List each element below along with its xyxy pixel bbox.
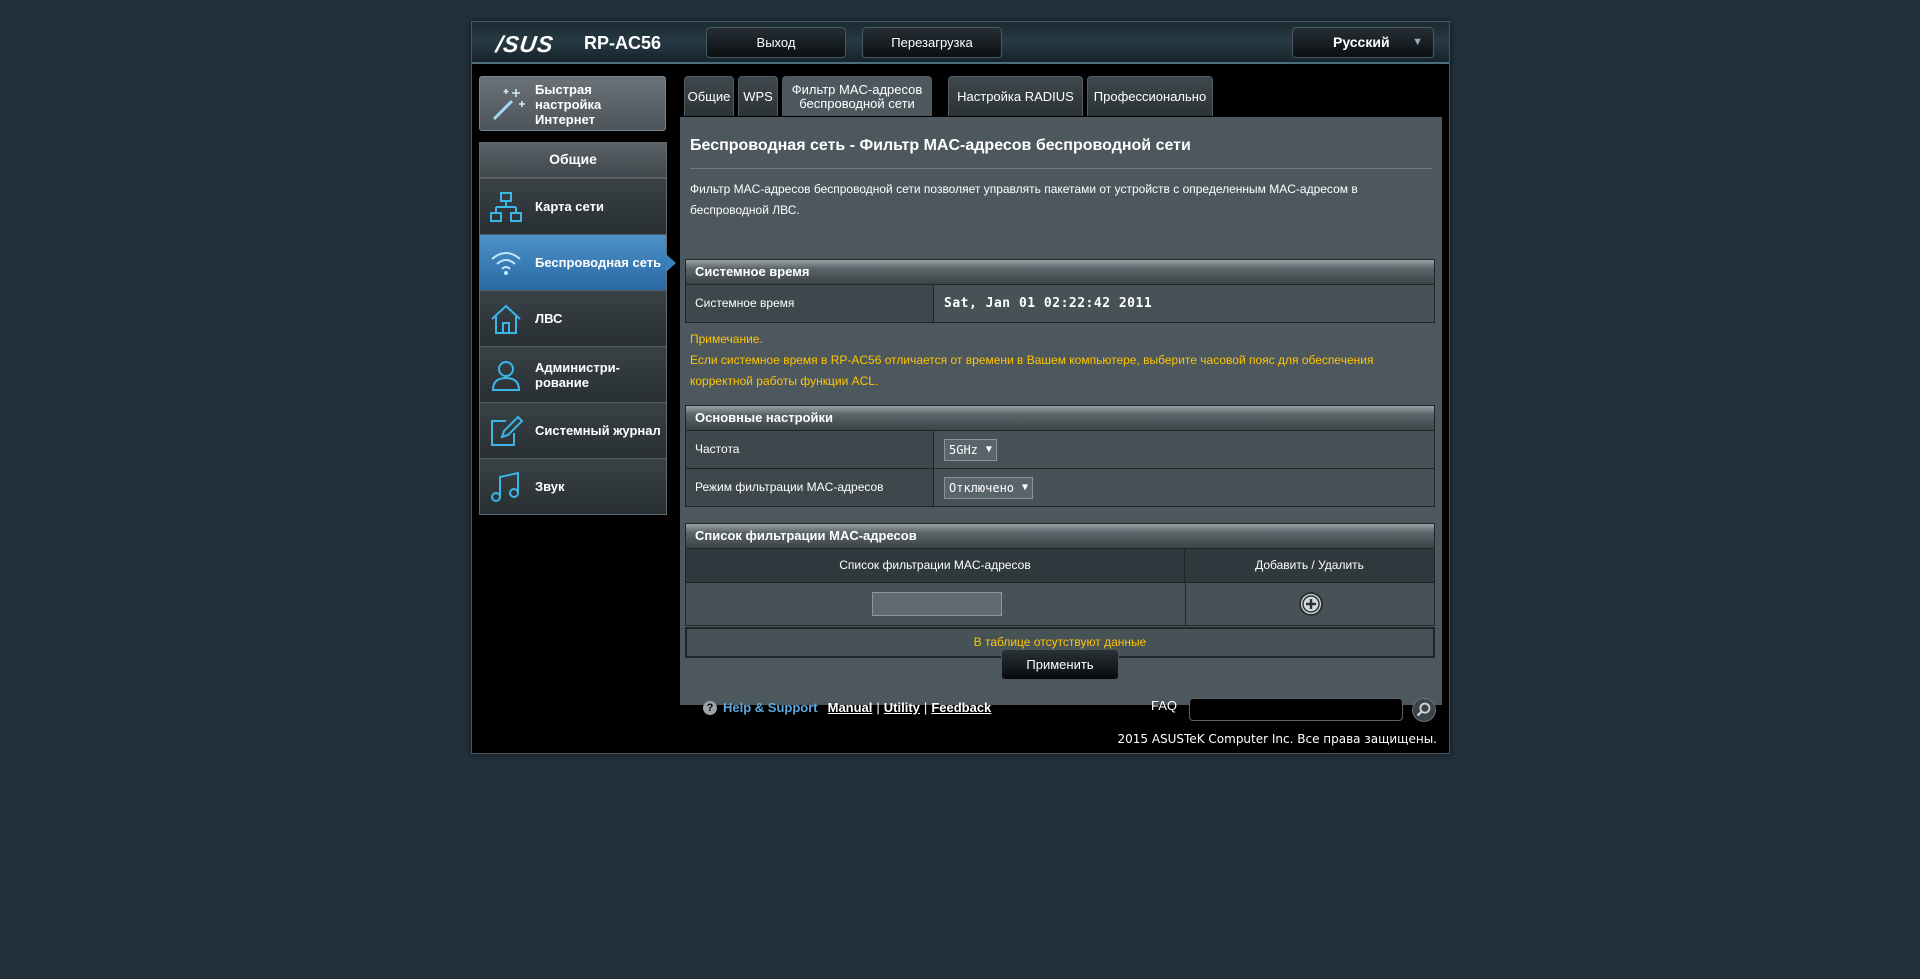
- mac-list-section-header: Список фильтрации MAC-адресов: [685, 523, 1435, 549]
- sidebar-item-label: Беспроводная сеть: [535, 255, 662, 270]
- language-value: Русский: [1333, 34, 1390, 50]
- sidebar-item-sound[interactable]: Звук: [480, 458, 666, 514]
- tab-professional[interactable]: Профессионально: [1087, 76, 1213, 116]
- mac-input-row: [685, 583, 1435, 626]
- sidebar-section-title: Общие: [480, 143, 666, 178]
- add-icon[interactable]: [1298, 591, 1324, 617]
- faq-search-input[interactable]: [1189, 698, 1403, 721]
- utility-link[interactable]: Utility: [884, 700, 920, 715]
- system-time-label: Системное время: [686, 285, 934, 322]
- sidebar-item-network-map[interactable]: Карта сети: [480, 178, 666, 234]
- system-time-value: Sat, Jan 01 02:22:42 2011: [944, 296, 1153, 311]
- page-description: Фильтр MAC-адресов беспроводной сети поз…: [690, 182, 1358, 217]
- language-select[interactable]: Русский ▼: [1292, 27, 1434, 58]
- quick-internet-setup-button[interactable]: Быстрая настройка Интернет: [479, 76, 666, 131]
- copyright-text: 2015 ASUSTeK Computer Inc. Все права защ…: [1117, 732, 1437, 746]
- help-support-bar: ? Help & Support Manual | Utility | Feed…: [703, 700, 991, 715]
- separator: |: [876, 700, 880, 715]
- reboot-button[interactable]: Перезагрузка: [862, 27, 1002, 58]
- apply-button[interactable]: Применить: [1001, 649, 1119, 680]
- sidebar-menu: Общие Карта сети Беспроводная сеть ЛВС А…: [479, 142, 676, 515]
- home-icon: [491, 304, 521, 334]
- band-select[interactable]: 5GHz ▼: [944, 438, 997, 461]
- filter-mode-row: Режим фильтрации MAC-адресов Отключено ▼: [685, 469, 1435, 507]
- sidebar-item-lan[interactable]: ЛВС: [480, 290, 666, 346]
- faq-label: FAQ: [1151, 698, 1178, 713]
- add-delete-column-header: Добавить / Удалить: [1255, 558, 1364, 572]
- network-map-icon: [490, 192, 522, 222]
- chevron-down-icon: ▼: [1412, 36, 1423, 48]
- log-icon: [491, 415, 524, 446]
- column-divider: [1185, 583, 1186, 625]
- sidebar-item-label: Администри-рование: [535, 359, 620, 390]
- sidebar-item-system-log[interactable]: Системный журнал: [480, 402, 666, 458]
- wifi-icon: [491, 252, 521, 275]
- band-label: Частота: [686, 431, 934, 468]
- system-time-section-header: Системное время: [685, 259, 1435, 285]
- title-divider: [690, 168, 1432, 169]
- sidebar-item-label: ЛВС: [535, 311, 563, 326]
- router-frame: /SUS RP-AC56 Выход Перезагрузка Русский …: [471, 21, 1450, 754]
- sidebar-item-administration[interactable]: Администри-рование: [480, 346, 666, 402]
- sidebar-item-label: Звук: [535, 479, 565, 494]
- music-icon: [491, 471, 519, 502]
- quick-setup-label: Быстрая настройка Интернет: [535, 82, 602, 127]
- mac-list-header-row: Список фильтрации MAC-адресов Добавить /…: [685, 549, 1435, 583]
- filter-mode-value: Отключено: [949, 480, 1015, 495]
- help-icon: ?: [703, 700, 717, 715]
- chevron-down-icon: ▼: [1022, 481, 1029, 493]
- band-row: Частота 5GHz ▼: [685, 431, 1435, 469]
- mac-address-input[interactable]: [872, 592, 1002, 616]
- search-icon: [1416, 702, 1431, 717]
- manual-link[interactable]: Manual: [828, 700, 873, 715]
- separator: |: [923, 700, 928, 715]
- content-panel: Беспроводная сеть - Фильтр MAC-адресов б…: [680, 117, 1442, 705]
- faq-search-button[interactable]: [1412, 698, 1436, 722]
- sidebar-item-label: Системный журнал: [535, 423, 661, 438]
- tab-radius[interactable]: Настройка RADIUS: [948, 76, 1083, 116]
- asus-logo: /SUS: [494, 31, 556, 57]
- magic-wand-icon: [492, 89, 525, 121]
- sidebar-item-wireless[interactable]: Беспроводная сеть: [480, 234, 676, 290]
- tab-general[interactable]: Общие: [684, 76, 734, 116]
- filter-mode-select[interactable]: Отключено ▼: [944, 476, 1034, 499]
- tab-wps[interactable]: WPS: [738, 76, 778, 116]
- sidebar-item-label: Карта сети: [535, 199, 604, 214]
- feedback-link[interactable]: Feedback: [931, 700, 991, 715]
- system-time-row: Системное время Sat, Jan 01 02:22:42 201…: [685, 285, 1435, 323]
- logout-button[interactable]: Выход: [706, 27, 846, 58]
- header-bar: /SUS RP-AC56 Выход Перезагрузка Русский …: [472, 22, 1449, 64]
- basic-settings-section-header: Основные настройки: [685, 405, 1435, 431]
- page-title: Беспроводная сеть - Фильтр MAC-адресов б…: [690, 137, 1191, 154]
- band-value: 5GHz: [949, 442, 978, 457]
- admin-icon: [491, 361, 521, 391]
- note-title: Примечание.: [690, 332, 763, 346]
- mac-list-column-header: Список фильтрации MAC-адресов: [686, 549, 1185, 582]
- note-text: Если системное время в RP-AC56 отличаетс…: [690, 353, 1374, 388]
- model-name: RP-AC56: [584, 33, 662, 53]
- help-support-label: Help & Support: [723, 700, 818, 715]
- chevron-down-icon: ▼: [985, 443, 992, 455]
- filter-mode-label: Режим фильтрации MAC-адресов: [686, 469, 934, 506]
- tab-mac-filter[interactable]: Фильтр MAC-адресов беспроводной сети: [782, 76, 932, 116]
